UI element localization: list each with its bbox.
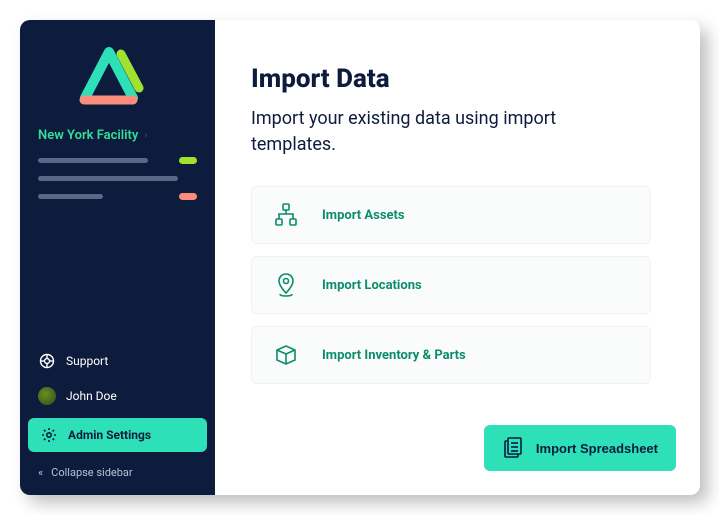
logo-icon xyxy=(73,38,163,108)
sidebar-item-placeholder-3 xyxy=(38,193,197,200)
main-content: Import Data Import your existing data us… xyxy=(215,20,700,495)
import-assets-card[interactable]: Import Assets xyxy=(251,186,651,244)
logo xyxy=(20,38,215,108)
collapse-sidebar[interactable]: « Collapse sidebar xyxy=(20,456,215,483)
chevron-right-icon: › xyxy=(144,130,147,141)
sidebar-item-support[interactable]: Support xyxy=(20,344,215,378)
sidebar-item-user[interactable]: John Doe xyxy=(20,378,215,414)
user-name: John Doe xyxy=(66,389,117,403)
location-icon xyxy=(272,271,300,299)
sidebar-items-placeholder xyxy=(20,157,215,212)
import-locations-card[interactable]: Import Locations xyxy=(251,256,651,314)
import-spreadsheet-button[interactable]: Import Spreadsheet xyxy=(484,425,676,471)
support-label: Support xyxy=(66,354,108,368)
import-inventory-card[interactable]: Import Inventory & Parts xyxy=(251,326,651,384)
facility-selector[interactable]: New York Facility › xyxy=(20,128,215,143)
import-spreadsheet-label: Import Spreadsheet xyxy=(536,441,658,456)
sidebar-item-placeholder-1 xyxy=(38,157,197,164)
support-icon xyxy=(38,353,56,369)
import-inventory-label: Import Inventory & Parts xyxy=(322,348,466,363)
chevron-left-double-icon: « xyxy=(38,466,43,479)
spreadsheet-icon xyxy=(502,437,524,459)
assets-icon xyxy=(272,201,300,229)
gear-icon xyxy=(40,427,58,443)
page-subtitle: Import your existing data using import t… xyxy=(251,106,631,158)
collapse-label: Collapse sidebar xyxy=(51,466,132,479)
page-title: Import Data xyxy=(251,64,664,94)
app-window: New York Facility › xyxy=(20,20,700,495)
sidebar: New York Facility › xyxy=(20,20,215,495)
import-assets-label: Import Assets xyxy=(322,208,405,223)
admin-label: Admin Settings xyxy=(68,428,151,442)
sidebar-item-placeholder-2 xyxy=(38,176,197,181)
import-locations-label: Import Locations xyxy=(322,278,422,293)
facility-name: New York Facility xyxy=(38,128,138,143)
box-icon xyxy=(272,341,300,369)
sidebar-item-admin[interactable]: Admin Settings xyxy=(28,418,207,452)
avatar xyxy=(38,387,56,405)
